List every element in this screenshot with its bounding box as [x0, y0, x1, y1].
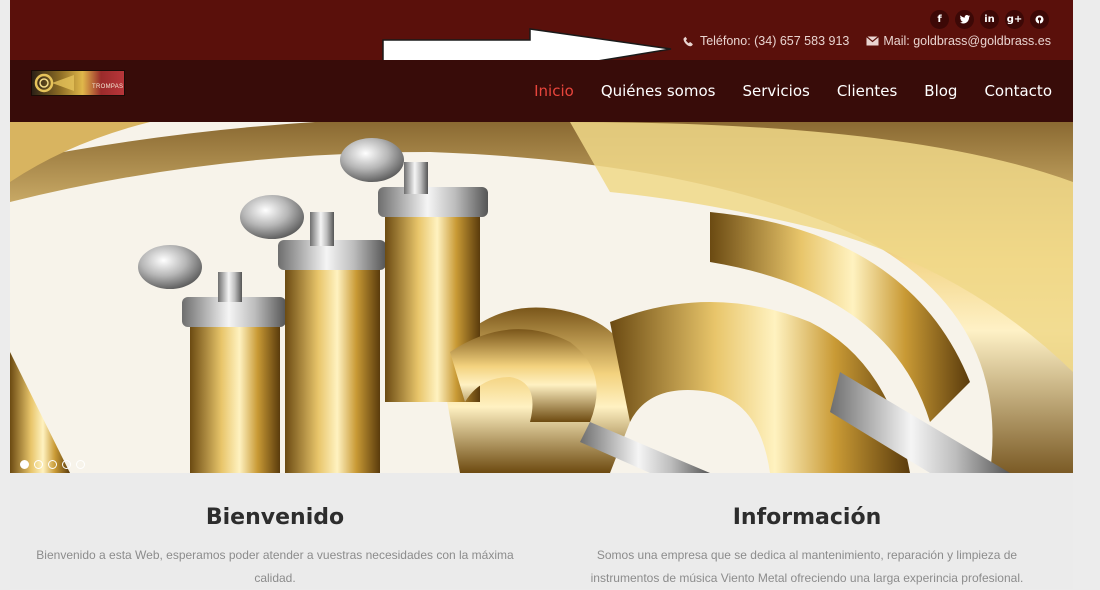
linkedin-icon[interactable]: in: [980, 10, 999, 29]
main-navbar: TROMPAS Inicio Quiénes somos Servicios C…: [10, 60, 1073, 122]
welcome-text: Bienvenido a esta Web, esperamos poder a…: [36, 548, 514, 585]
google-plus-icon[interactable]: g+: [1005, 10, 1024, 29]
welcome-title: Bienvenido: [205, 505, 345, 530]
page-wrapper: f in g+ Teléfono: (34) 657 583 913 Mail:…: [10, 0, 1073, 589]
welcome-section: Bienvenido Bienvenido a esta Web, espera…: [10, 505, 540, 590]
hero-slider[interactable]: [10, 122, 1073, 473]
facebook-icon[interactable]: f: [930, 10, 949, 29]
info-section: Información Somos una empresa que se ded…: [542, 505, 1072, 590]
nav-item-inicio[interactable]: Inicio: [534, 82, 574, 100]
slider-dot-4[interactable]: [62, 460, 71, 469]
twitter-icon[interactable]: [955, 10, 974, 29]
main-nav: Inicio Quiénes somos Servicios Clientes …: [507, 82, 1052, 100]
phone-text: Teléfono: (34) 657 583 913: [699, 34, 850, 48]
info-title: Información: [732, 505, 882, 530]
slider-dot-3[interactable]: [48, 460, 57, 469]
phone-icon: [682, 35, 696, 47]
info-text: Somos una empresa que se dedica al mante…: [590, 548, 1024, 585]
nav-item-blog[interactable]: Blog: [924, 82, 957, 100]
slider-dot-5[interactable]: [76, 460, 85, 469]
slider-dot-2[interactable]: [34, 460, 43, 469]
logo-text: TROMPAS: [92, 84, 124, 90]
social-links: f in g+: [930, 10, 1049, 29]
pinterest-icon[interactable]: [1030, 10, 1049, 29]
mail-link[interactable]: Mail: goldbrass@goldbrass.es: [883, 34, 1051, 48]
mail-icon: [865, 35, 879, 47]
top-bar: f in g+ Teléfono: (34) 657 583 913 Mail:…: [10, 0, 1073, 73]
contact-info: Teléfono: (34) 657 583 913 Mail: goldbra…: [682, 34, 1051, 48]
hero-image-tuba-valves: [10, 122, 1073, 473]
slider-pagination: [20, 460, 85, 469]
nav-item-contacto[interactable]: Contacto: [984, 82, 1052, 100]
brand-logo[interactable]: TROMPAS: [31, 70, 125, 96]
nav-item-quienes-somos[interactable]: Quiénes somos: [601, 82, 716, 100]
slider-dot-1[interactable]: [20, 460, 29, 469]
nav-item-servicios[interactable]: Servicios: [742, 82, 809, 100]
nav-item-clientes[interactable]: Clientes: [837, 82, 897, 100]
horn-icon: [34, 73, 74, 93]
